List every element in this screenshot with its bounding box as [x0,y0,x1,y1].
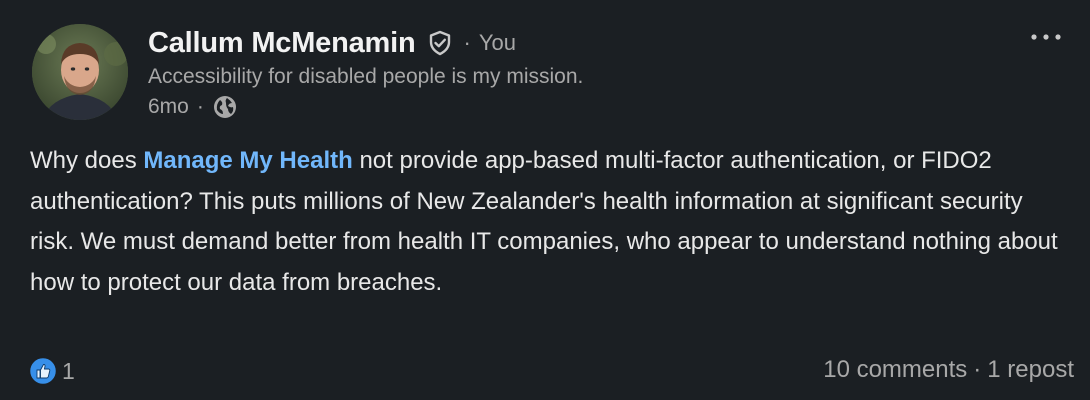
reactions-summary[interactable]: 1 [28,356,75,386]
relation-label: You [478,30,516,55]
author-name-row: Callum McMenamin · You [148,24,583,62]
feed-post: Callum McMenamin · You Accessibility for… [0,0,1090,400]
post-body: Why does Manage My Health not provide ap… [30,141,1060,303]
post-time: 6mo [148,95,189,118]
verified-shield-icon [426,29,454,57]
globe-icon [212,94,238,120]
post-text-before: Why does [30,147,144,174]
social-counts: 10 comments · 1 repost [823,356,1074,384]
comments-count-link[interactable]: 10 comments [823,356,967,384]
separator-dot: · [973,356,982,383]
company-mention-link[interactable]: Manage My Health [143,147,352,174]
author-headline: Accessibility for disabled people is my … [148,65,584,88]
like-icon [28,356,58,386]
post-header: Callum McMenamin · You Accessibility for… [148,24,583,123]
post-meta: 6mo · [148,91,583,123]
separator-dot: · [463,30,471,55]
more-horizontal-icon [1031,34,1061,40]
reposts-count-link[interactable]: 1 repost [987,356,1074,384]
separator-dot: · [196,95,204,118]
reaction-count: 1 [62,357,75,384]
avatar-photo [32,24,128,120]
more-options-button[interactable] [1026,22,1066,52]
author-name[interactable]: Callum McMenamin [148,27,416,60]
avatar[interactable] [32,24,128,120]
